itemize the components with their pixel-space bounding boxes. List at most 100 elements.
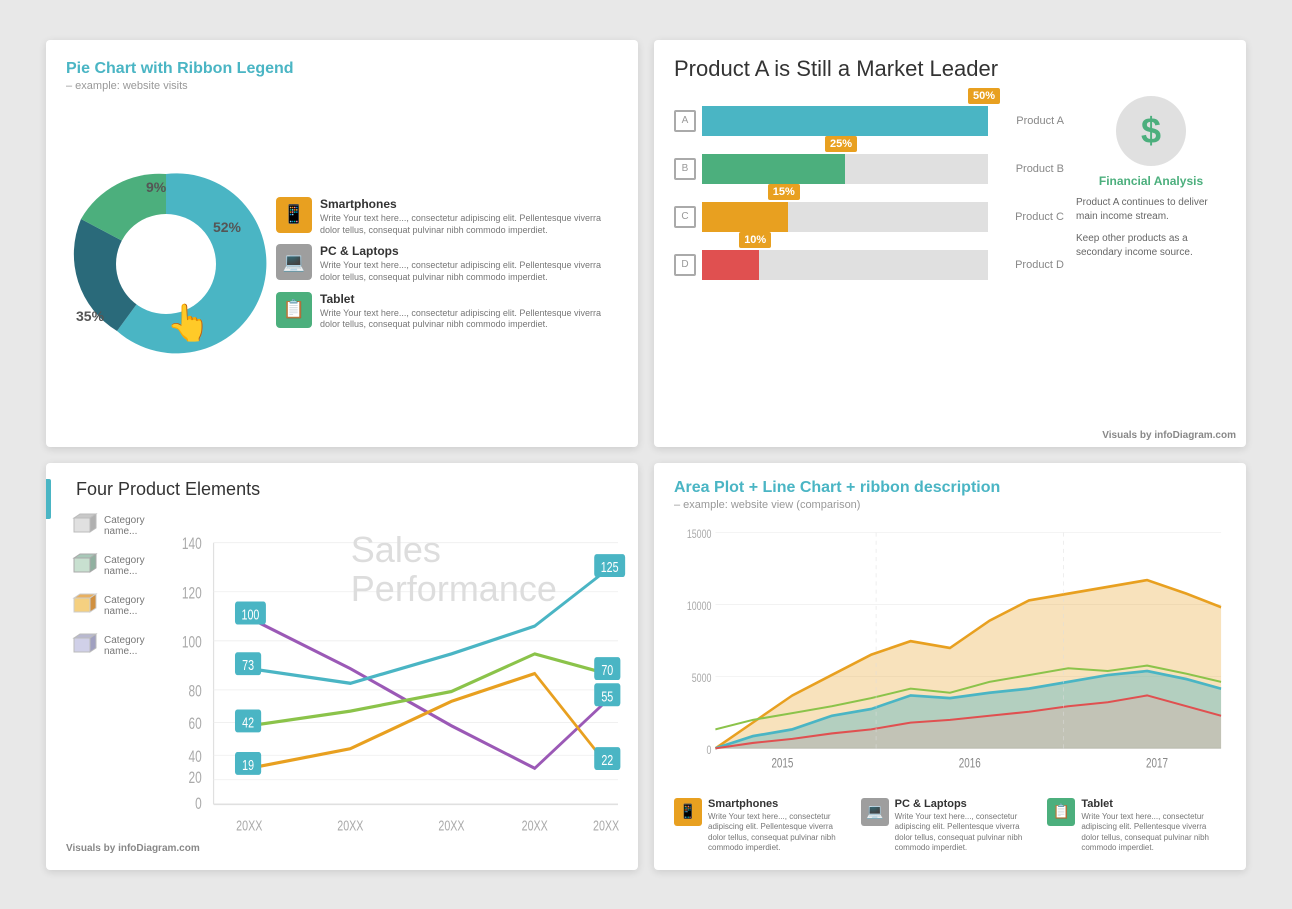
bar-fill-d bbox=[702, 250, 759, 280]
product-label-c: Product C bbox=[994, 211, 1064, 223]
svg-text:40: 40 bbox=[188, 748, 201, 766]
bar-row-d: D 10% Product D bbox=[674, 250, 1064, 280]
bar-pct-c: 15% bbox=[768, 184, 800, 200]
panel4-legend: 📱 Smartphones Write Your text here..., c… bbox=[674, 798, 1226, 854]
pct-9-label: 9% bbox=[146, 179, 166, 195]
panel4-subtitle: – example: website view (comparison) bbox=[674, 499, 1226, 511]
p4-smartphones-text: Smartphones Write Your text here..., con… bbox=[708, 798, 853, 854]
p4-pc-laptops-icon: 💻 bbox=[861, 798, 889, 826]
svg-text:73: 73 bbox=[242, 656, 254, 673]
svg-text:100: 100 bbox=[182, 633, 202, 651]
svg-text:55: 55 bbox=[601, 687, 613, 704]
panel2-content: A 50% Product A B 25% P bbox=[674, 96, 1226, 431]
bar-track-d: 10% bbox=[702, 250, 988, 280]
box3d-4 bbox=[66, 630, 98, 662]
category-label-3: Category name... bbox=[104, 595, 156, 617]
svg-text:2016: 2016 bbox=[959, 754, 981, 770]
product-icons-list: Category name... Category name... bbox=[66, 510, 156, 837]
line-chart-area: SalesPerformance 140 120 100 80 60 40 20… bbox=[166, 510, 618, 837]
product-icon-4: Category name... bbox=[66, 630, 156, 662]
product-label-b: Product B bbox=[994, 163, 1064, 175]
p4-legend-smartphones: 📱 Smartphones Write Your text here..., c… bbox=[674, 798, 853, 854]
svg-text:15000: 15000 bbox=[687, 527, 712, 541]
svg-text:125: 125 bbox=[601, 558, 619, 575]
p4-tablet-desc: Write Your text here..., consectetur adi… bbox=[1081, 812, 1226, 854]
p4-smartphones-icon: 📱 bbox=[674, 798, 702, 826]
panel-pie-chart: Pie Chart with Ribbon Legend – example: … bbox=[46, 40, 638, 447]
svg-text:20XX: 20XX bbox=[236, 816, 263, 833]
svg-text:20XX: 20XX bbox=[522, 816, 549, 833]
financial-title: Financial Analysis bbox=[1076, 174, 1226, 188]
dollar-icon: $ bbox=[1116, 96, 1186, 166]
bar-label-c: C bbox=[674, 206, 696, 228]
pc-laptops-label: PC & Laptops bbox=[320, 244, 618, 258]
p4-smartphones-desc: Write Your text here..., consectetur adi… bbox=[708, 812, 853, 854]
bar-pct-b: 25% bbox=[825, 136, 857, 152]
area-chart-container: 15000 10000 5000 0 bbox=[674, 519, 1226, 790]
panel3-title: Four Product Elements bbox=[76, 479, 618, 500]
tablet-icon-box: 📋 bbox=[276, 292, 312, 328]
pct-52-label: 52% bbox=[213, 219, 241, 235]
tablet-legend-text: Tablet Write Your text here..., consecte… bbox=[320, 292, 618, 331]
svg-text:10000: 10000 bbox=[687, 599, 712, 613]
p4-smartphones-label: Smartphones bbox=[708, 798, 853, 810]
ribbon-legend: 📱 Smartphones Write Your text here..., c… bbox=[266, 197, 618, 331]
svg-text:120: 120 bbox=[182, 584, 202, 602]
smartphones-icon-box: 📱 bbox=[276, 197, 312, 233]
svg-text:2015: 2015 bbox=[771, 754, 793, 770]
svg-text:20: 20 bbox=[188, 769, 201, 787]
box3d-2 bbox=[66, 550, 98, 582]
svg-text:42: 42 bbox=[242, 713, 254, 730]
svg-text:70: 70 bbox=[601, 661, 613, 678]
category-label-2: Category name... bbox=[104, 555, 156, 577]
pc-laptops-legend-text: PC & Laptops Write Your text here..., co… bbox=[320, 244, 618, 283]
bar-row-c: C 15% Product C bbox=[674, 202, 1064, 232]
bar-track-c: 15% bbox=[702, 202, 988, 232]
legend-smartphones: 📱 Smartphones Write Your text here..., c… bbox=[276, 197, 618, 236]
panel2-title: Product A is Still a Market Leader bbox=[674, 56, 1226, 82]
panel1-title: Pie Chart with Ribbon Legend bbox=[66, 60, 618, 78]
bar-track-b: 25% bbox=[702, 154, 988, 184]
area-chart-svg: 15000 10000 5000 0 bbox=[674, 519, 1226, 790]
box3d-3 bbox=[66, 590, 98, 622]
box3d-1 bbox=[66, 510, 98, 542]
svg-text:100: 100 bbox=[242, 605, 260, 622]
panel-area-chart: Area Plot + Line Chart + ribbon descript… bbox=[654, 463, 1246, 870]
line-chart-svg: 140 120 100 80 60 40 20 0 bbox=[166, 510, 618, 837]
category-label-4: Category name... bbox=[104, 635, 156, 657]
bar-label-d: D bbox=[674, 254, 696, 276]
category-label-1: Category name... bbox=[104, 515, 156, 537]
p4-tablet-icon: 📋 bbox=[1047, 798, 1075, 826]
financial-text1: Product A continues to deliver main inco… bbox=[1076, 196, 1226, 224]
product-label-a: Product A bbox=[994, 115, 1064, 127]
pc-laptops-icon-box: 💻 bbox=[276, 244, 312, 280]
pie-labels: 9% 52% 35% 👆 bbox=[66, 164, 266, 364]
panel1-content: 9% 52% 35% 👆 📱 Smartphones Write Your te… bbox=[66, 102, 618, 427]
bar-pct-a: 50% bbox=[968, 88, 1000, 104]
legend-tablet: 📋 Tablet Write Your text here..., consec… bbox=[276, 292, 618, 331]
product-icon-2: Category name... bbox=[66, 550, 156, 582]
left-accent bbox=[46, 479, 51, 519]
svg-text:60: 60 bbox=[188, 715, 201, 733]
smartphones-desc: Write Your text here..., consectetur adi… bbox=[320, 213, 618, 236]
pie-chart-container: 9% 52% 35% 👆 bbox=[66, 164, 266, 364]
svg-text:80: 80 bbox=[188, 682, 201, 700]
tablet-label: Tablet bbox=[320, 292, 618, 306]
svg-text:20XX: 20XX bbox=[337, 816, 364, 833]
bar-track-a: 50% bbox=[702, 106, 988, 136]
main-container: Pie Chart with Ribbon Legend – example: … bbox=[46, 40, 1246, 870]
smartphones-label: Smartphones bbox=[320, 197, 618, 211]
financial-box: $ Financial Analysis Product A continues… bbox=[1076, 96, 1226, 431]
svg-text:2017: 2017 bbox=[1146, 754, 1168, 770]
visuals-credit-2: Visuals by infoDiagram.com bbox=[1102, 430, 1236, 441]
bar-row-b: B 25% Product B bbox=[674, 154, 1064, 184]
bar-chart-area: A 50% Product A B 25% P bbox=[674, 96, 1064, 431]
svg-text:5000: 5000 bbox=[692, 671, 712, 685]
hand-icon: 👆 bbox=[166, 302, 211, 344]
p4-pc-laptops-desc: Write Your text here..., consectetur adi… bbox=[895, 812, 1040, 854]
p4-pc-laptops-label: PC & Laptops bbox=[895, 798, 1040, 810]
svg-text:22: 22 bbox=[601, 751, 613, 768]
p4-legend-pc-laptops: 💻 PC & Laptops Write Your text here..., … bbox=[861, 798, 1040, 854]
svg-text:140: 140 bbox=[182, 535, 202, 553]
financial-text2: Keep other products as a secondary incom… bbox=[1076, 232, 1226, 260]
